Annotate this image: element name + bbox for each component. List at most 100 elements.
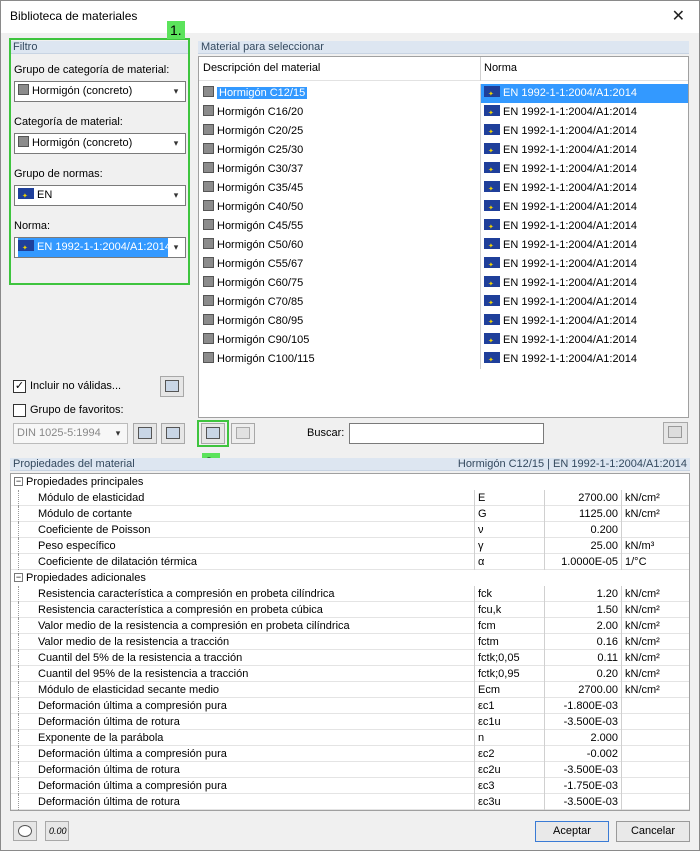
favorites-select[interactable]: DIN 1025-5:1994 ▾ [13,423,128,444]
collapse-icon[interactable]: − [14,573,23,582]
edit-material-button[interactable] [231,423,255,444]
materials-list[interactable]: Descripción del material Norma Hormigón … [198,56,689,418]
property-row[interactable]: Coeficiente de dilatación térmica α 1.0000… [11,554,689,570]
property-name: Deformación última a compresión pura [38,780,227,792]
property-row[interactable]: Resistencia característica a compresión … [11,602,689,618]
material-norm: EN 1992-1-1:2004/A1:2014 [484,312,637,332]
material-description: Hormigón C35/45 [203,179,303,198]
material-row[interactable]: Hormigón C50/60 EN 1992-1-1:2004/A1:2014 [199,236,688,256]
favorites-checkbox[interactable] [13,404,26,417]
property-row[interactable]: Valor medio de la resistencia a compresi… [11,618,689,634]
material-row[interactable]: Hormigón C35/45 EN 1992-1-1:2004/A1:2014 [199,179,688,199]
favorites-value: DIN 1025-5:1994 [17,427,101,439]
property-unit [621,794,689,810]
material-row[interactable]: Hormigón C60/75 EN 1992-1-1:2004/A1:2014 [199,274,688,294]
property-symbol: εc3u [474,794,544,810]
material-description: Hormigón C12/15 [203,84,308,103]
property-row[interactable]: Módulo de cortante G 1125.00 kN/cm² [11,506,689,522]
material-row[interactable]: Hormigón C25/30 EN 1992-1-1:2004/A1:2014 [199,141,688,161]
material-row[interactable]: Hormigón C90/105 EN 1992-1-1:2004/A1:2014 [199,331,688,351]
property-row[interactable]: Deformación última a compresión pura εc1-… [11,698,689,714]
property-symbol: εc2 [474,746,544,762]
settings-icon [166,427,180,439]
units-button[interactable]: 0.00 [45,821,69,841]
material-row[interactable]: Hormigón C16/20 EN 1992-1-1:2004/A1:2014 [199,103,688,123]
material-row[interactable]: Hormigón C80/95 EN 1992-1-1:2004/A1:2014 [199,312,688,332]
materials-header: Material para seleccionar [198,41,689,54]
tree-line [18,746,32,762]
property-row[interactable]: Coeficiente de Poisson ν 0.200 [11,522,689,538]
property-row[interactable]: Deformación última de rotura εc1u -3.500E-… [11,714,689,730]
new-material-button[interactable] [201,423,225,444]
property-unit: kN/m³ [621,538,689,554]
property-symbol: n [474,730,544,746]
edit-favorite-button[interactable] [161,423,185,444]
property-row[interactable]: Valor medio de la resistencia a tracción… [11,634,689,650]
property-row[interactable]: Deformación última de rotura εc3u -3.500E-… [11,794,689,810]
property-symbol: fcm [474,618,544,634]
material-description: Hormigón C80/95 [203,312,303,331]
property-row[interactable]: Resistencia característica a compresión … [11,586,689,602]
invalid-settings-button[interactable] [160,376,184,397]
property-row[interactable]: Deformación última de rotura εc2u -3.500E-… [11,762,689,778]
column-divider [480,331,481,350]
tree-line [18,794,32,810]
tree-line [18,602,32,618]
tree-line [18,698,32,714]
property-row[interactable]: Exponente de la parábola n 2.000 [11,730,689,746]
tree-line [18,682,32,698]
property-unit: kN/cm² [621,666,689,682]
collapse-icon[interactable]: − [14,477,23,486]
tree-line [18,618,32,634]
clear-search-button[interactable] [663,422,688,444]
clear-filter-icon [668,426,682,438]
material-row[interactable]: Hormigón C40/50 EN 1992-1-1:2004/A1:2014 [199,198,688,218]
property-symbol: εc2u [474,762,544,778]
property-row[interactable]: Cuantil del 5% de la resistencia a tracc… [11,650,689,666]
property-unit: kN/cm² [621,650,689,666]
property-row[interactable]: Deformación última a compresión pura εc3-… [11,778,689,794]
column-divider[interactable] [480,57,481,81]
property-row[interactable]: Peso específico γ 25.00 kN/m³ [11,538,689,554]
property-row[interactable]: Cuantil del 95% de la resistencia a trac… [11,666,689,682]
chevron-down-icon[interactable]: ▾ [111,424,125,443]
col-norm[interactable]: Norma [484,62,517,74]
material-row[interactable]: Hormigón C100/115 EN 1992-1-1:2004/A1:201… [199,350,688,370]
material-row[interactable]: Hormigón C55/67 EN 1992-1-1:2004/A1:2014 [199,255,688,275]
help-button[interactable] [13,821,37,841]
property-row[interactable]: Módulo de elasticidad E 2700.00 kN/cm² [11,490,689,506]
property-value: 2.00 [544,618,621,634]
tree-line [18,490,32,506]
property-symbol: fck [474,586,544,602]
property-row[interactable]: Módulo de elasticidad secante medio Ecm 27… [11,682,689,698]
eu-flag-icon [484,199,500,218]
include-invalid-checkbox[interactable]: ✓ [13,380,26,393]
property-value: 1.0000E-05 [544,554,621,570]
property-value: -1.750E-03 [544,778,621,794]
eu-flag-icon [484,161,500,180]
tree-line [18,714,32,730]
material-row[interactable]: Hormigón C30/37 EN 1992-1-1:2004/A1:2014 [199,160,688,180]
column-divider [480,255,481,274]
property-symbol: fctk;0,05 [474,650,544,666]
search-input[interactable] [349,423,544,444]
close-icon[interactable]: ✕ [672,6,685,26]
material-row[interactable]: Hormigón C70/85 EN 1992-1-1:2004/A1:2014 [199,293,688,313]
material-row[interactable]: Hormigón C45/55 EN 1992-1-1:2004/A1:2014 [199,217,688,237]
cancel-button[interactable]: Cancelar [616,821,690,842]
property-row[interactable]: Deformación última a compresión pura εc2-… [11,746,689,762]
settings-icon [165,380,179,392]
ok-button[interactable]: Aceptar [535,821,609,842]
material-row[interactable]: Hormigón C12/15 EN 1992-1-1:2004/A1:2014 [199,84,688,104]
new-favorite-button[interactable] [133,423,157,444]
column-divider [480,274,481,293]
main-properties-section[interactable]: − Propiedades principales [11,474,689,490]
additional-properties-section[interactable]: − Propiedades adicionales [11,570,689,586]
property-value: -3.500E-03 [544,794,621,810]
concrete-swatch-icon [203,257,214,268]
concrete-swatch-icon [203,295,214,306]
col-description[interactable]: Descripción del material [203,62,320,74]
property-name: Deformación última a compresión pura [38,700,227,712]
material-row[interactable]: Hormigón C20/25 EN 1992-1-1:2004/A1:2014 [199,122,688,142]
material-description: Hormigón C50/60 [203,236,303,255]
